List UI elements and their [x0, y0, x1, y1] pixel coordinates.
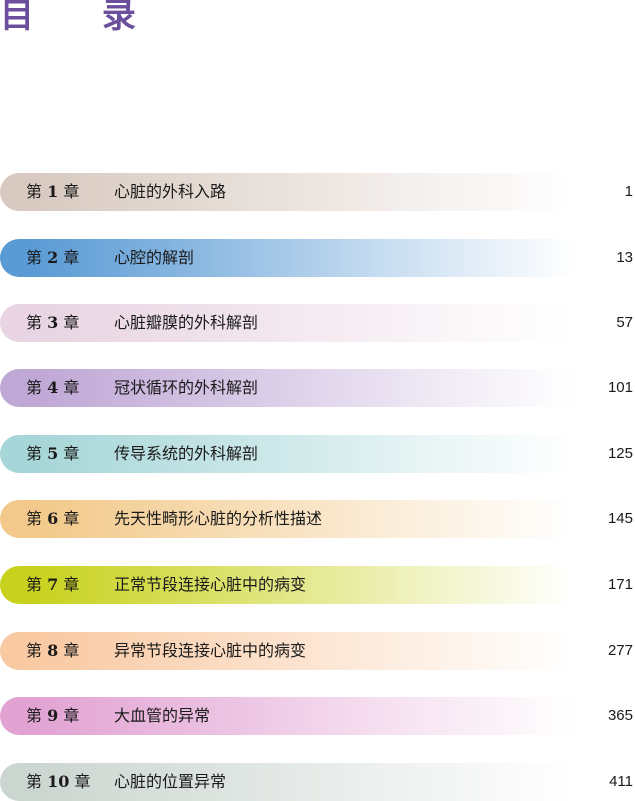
toc-entry-chapter-5[interactable]: 第 5 章 传导系统的外科解剖 125 [0, 435, 635, 473]
chapter-7-heading: 正常节段连接心脏中的病变 [114, 575, 307, 594]
chapter-3-heading: 心脏瓣膜的外科解剖 [114, 313, 259, 332]
chapter-1-page-number: 1 [624, 183, 633, 200]
chapter-2-page-number: 13 [616, 249, 633, 266]
chapter-4-label: 第 4 章 [26, 378, 80, 397]
toc-entry-chapter-8[interactable]: 第 8 章 异常节段连接心脏中的病变 277 [0, 632, 635, 670]
chapter-8-label: 第 8 章 [26, 641, 80, 660]
chapter-2-label: 第 2 章 [26, 248, 80, 267]
chapter-3-page-number: 57 [616, 314, 633, 331]
chapter-5-color-bar [0, 435, 575, 473]
toc-list: 第 1 章 心脏的外科入路 1 第 2 章 心腔的解剖 13 第 3 章 心脏瓣… [0, 0, 635, 801]
chapter-7-page-number: 171 [607, 576, 633, 593]
chapter-2-heading: 心腔的解剖 [114, 248, 195, 267]
chapter-10-label: 第 10 章 [26, 772, 91, 791]
toc-entry-chapter-7[interactable]: 第 7 章 正常节段连接心脏中的病变 171 [0, 566, 635, 604]
chapter-7-label: 第 7 章 [26, 575, 80, 594]
chapter-4-heading: 冠状循环的外科解剖 [114, 378, 259, 397]
chapter-10-page-number: 411 [609, 773, 633, 790]
chapter-3-color-bar [0, 304, 575, 342]
chapter-9-label: 第 9 章 [26, 706, 80, 725]
chapter-6-label: 第 6 章 [26, 509, 80, 528]
toc-entry-chapter-6[interactable]: 第 6 章 先天性畸形心脏的分析性描述 145 [0, 500, 635, 538]
chapter-4-color-bar [0, 369, 575, 407]
chapter-5-label: 第 5 章 [26, 444, 80, 463]
toc-entry-chapter-4[interactable]: 第 4 章 冠状循环的外科解剖 101 [0, 369, 635, 407]
chapter-10-heading: 心脏的位置异常 [114, 772, 227, 791]
toc-entry-chapter-9[interactable]: 第 9 章 大血管的异常 365 [0, 697, 635, 735]
chapter-9-color-bar [0, 697, 575, 735]
chapter-1-label: 第 1 章 [26, 182, 80, 201]
chapter-5-heading: 传导系统的外科解剖 [114, 444, 259, 463]
chapter-3-label: 第 3 章 [26, 313, 80, 332]
chapter-6-page-number: 145 [607, 510, 633, 527]
chapter-9-page-number: 365 [607, 707, 633, 724]
toc-entry-chapter-10[interactable]: 第 10 章 心脏的位置异常 411 [0, 763, 635, 801]
chapter-6-heading: 先天性畸形心脏的分析性描述 [114, 509, 323, 528]
toc-entry-chapter-2[interactable]: 第 2 章 心腔的解剖 13 [0, 239, 635, 277]
chapter-8-page-number: 277 [607, 642, 633, 659]
chapter-8-heading: 异常节段连接心脏中的病变 [114, 641, 307, 660]
chapter-5-page-number: 125 [607, 445, 633, 462]
chapter-2-color-bar [0, 239, 575, 277]
chapter-1-color-bar [0, 173, 575, 211]
chapter-1-heading: 心脏的外科入路 [114, 182, 227, 201]
toc-entry-chapter-3[interactable]: 第 3 章 心脏瓣膜的外科解剖 57 [0, 304, 635, 342]
chapter-4-page-number: 101 [607, 379, 633, 396]
toc-entry-chapter-1[interactable]: 第 1 章 心脏的外科入路 1 [0, 173, 635, 211]
chapter-9-heading: 大血管的异常 [114, 706, 211, 725]
